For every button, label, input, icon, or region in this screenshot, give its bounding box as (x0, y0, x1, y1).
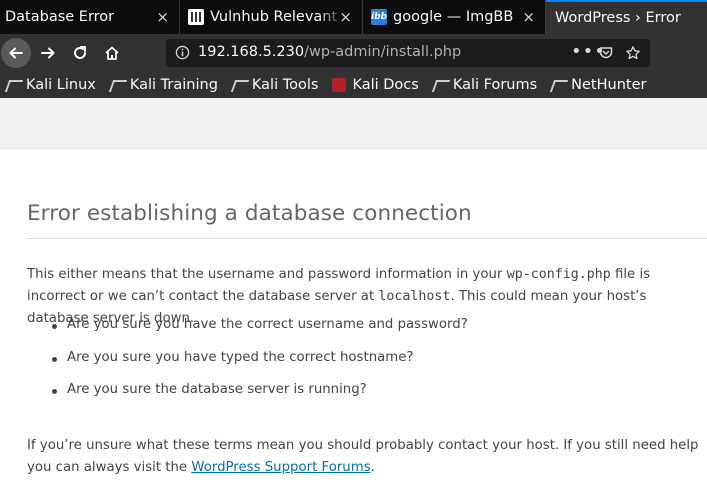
kali-dragon-icon (433, 78, 447, 92)
error-heading: Error establishing a database connection (27, 201, 472, 226)
forward-button[interactable] (34, 39, 62, 67)
tab-close-icon[interactable]: × (339, 8, 352, 26)
reload-icon (74, 46, 86, 59)
tab-title: google — ImgBB (393, 9, 514, 25)
tab-wordpress-error[interactable]: WordPress › Error (546, 0, 707, 34)
kali-dragon-icon (110, 78, 124, 92)
address-bar[interactable]: 192.168.5.230/wp-admin/install.php ••• (166, 39, 650, 67)
forward-arrow-icon (41, 47, 55, 59)
tab-close-icon[interactable]: × (156, 8, 169, 26)
bookmark-label: Kali Docs (352, 77, 419, 93)
bookmark-star-icon[interactable] (625, 45, 641, 65)
bookmark-label: Kali Forums (452, 77, 538, 93)
db-host-name: localhost (378, 289, 451, 304)
home-icon (105, 46, 119, 60)
pocket-icon[interactable] (598, 45, 614, 65)
imgbb-favicon-icon: ibb (371, 9, 387, 25)
bookmark-kali-tools[interactable]: Kali Tools (232, 77, 319, 93)
list-item: Are you sure you have typed the correct … (27, 350, 687, 383)
tab-close-icon[interactable]: × (522, 8, 535, 26)
tab-imgbb[interactable]: ibb google — ImgBB × (363, 0, 546, 34)
list-item: Are you sure the database server is runn… (27, 382, 687, 415)
tab-title: Database Error (5, 9, 115, 25)
kali-dragon-icon (6, 78, 20, 92)
site-info-icon[interactable] (175, 45, 190, 64)
list-item: Are you sure you have the correct userna… (27, 317, 687, 350)
bookmark-kali-forums[interactable]: Kali Forums (433, 77, 537, 93)
url-text[interactable]: 192.168.5.230/wp-admin/install.php (198, 44, 461, 60)
config-filename: wp-config.php (506, 267, 611, 282)
kali-dragon-icon (232, 78, 246, 92)
bookmark-label: NetHunter (571, 77, 647, 93)
nethunter-icon (551, 78, 565, 92)
bookmark-kali-linux[interactable]: Kali Linux (6, 77, 96, 93)
bookmark-label: Kali Tools (251, 77, 319, 93)
home-button[interactable] (98, 39, 126, 67)
bookmark-nethunter[interactable]: NetHunter (551, 77, 646, 93)
tab-bar: Database Error × Vulnhub Relevant b × ib… (0, 0, 707, 34)
help-paragraph: If you’re unsure what these terms mean y… (27, 438, 699, 475)
tab-database-error[interactable]: Database Error × (0, 0, 180, 34)
page-background (0, 98, 707, 150)
navigation-toolbar: 192.168.5.230/wp-admin/install.php ••• (0, 34, 707, 72)
tab-title: WordPress › Error (555, 10, 681, 26)
reload-button[interactable] (66, 39, 94, 67)
url-path: /wp-admin/install.php (304, 44, 462, 60)
bookmark-kali-training[interactable]: Kali Training (110, 77, 218, 93)
url-host: 192.168.5.230 (198, 44, 305, 60)
support-forums-link[interactable]: WordPress Support Forums (191, 460, 370, 475)
tab-vulnhub[interactable]: Vulnhub Relevant b × (180, 0, 363, 34)
vulnhub-favicon-icon (188, 9, 204, 25)
bookmark-label: Kali Linux (26, 77, 96, 93)
bookmark-kali-docs[interactable]: Kali Docs (332, 77, 419, 93)
heading-divider (27, 238, 707, 239)
back-button[interactable] (1, 38, 31, 68)
tab-title: Vulnhub Relevant b (210, 9, 345, 25)
kali-docs-icon (332, 78, 347, 92)
back-arrow-icon (9, 47, 23, 59)
troubleshooting-checklist: Are you sure you have the correct userna… (27, 317, 687, 415)
bookmarks-toolbar: Kali Linux Kali Training Kali Tools Kali… (0, 72, 707, 98)
bookmark-label: Kali Training (129, 77, 218, 93)
